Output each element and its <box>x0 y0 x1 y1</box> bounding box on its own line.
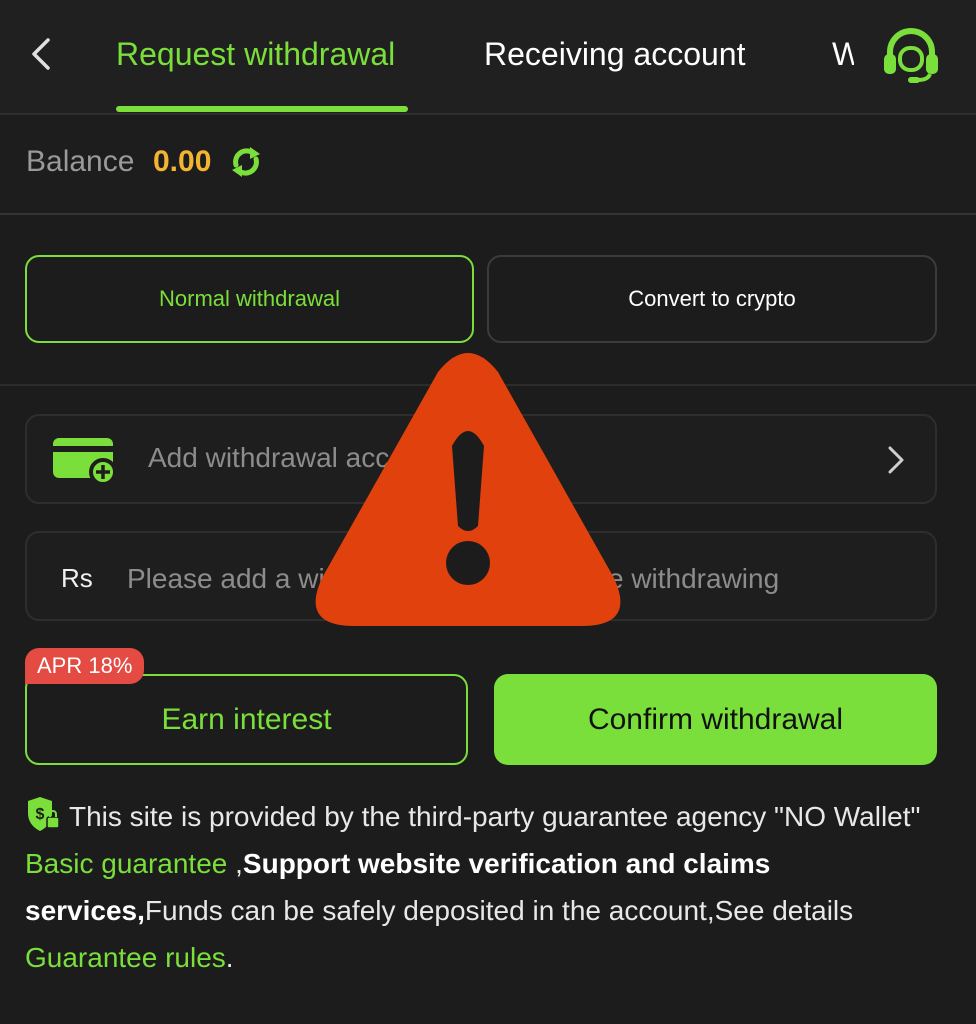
apr-badge: APR 18% <box>25 648 145 684</box>
balance-row: Balance 0.00 <box>0 115 976 215</box>
warning-triangle-icon <box>315 353 621 626</box>
currency-label: Rs <box>61 563 93 593</box>
active-tab-indicator <box>116 106 408 112</box>
guarantee-rules-link[interactable]: Guarantee rules <box>25 942 226 973</box>
basic-guarantee-link[interactable]: Basic guarantee <box>25 848 227 879</box>
shield-dollar-lock-icon: $ <box>28 797 60 831</box>
notice-text-3: Funds can be safely deposited in the acc… <box>144 895 854 926</box>
tab-request-withdrawal[interactable]: Request withdrawal <box>116 34 395 74</box>
confirm-withdrawal-button[interactable]: Confirm withdrawal <box>494 674 937 765</box>
top-nav-bar: Request withdrawal Receiving account W <box>0 0 976 115</box>
guarantee-notice: $ This site is provided by the third-par… <box>25 793 945 981</box>
headset-icon[interactable] <box>880 28 942 84</box>
tab-partial-w[interactable]: W <box>832 34 854 74</box>
tab-receiving-account[interactable]: Receiving account <box>484 34 745 74</box>
convert-to-crypto-button[interactable]: Convert to crypto <box>487 255 937 343</box>
chevron-right-icon <box>888 446 904 474</box>
earn-interest-button[interactable]: Earn interest <box>25 674 468 765</box>
svg-text:$: $ <box>36 806 45 823</box>
notice-text-2: , <box>227 848 243 879</box>
balance-label: Balance <box>26 145 135 178</box>
balance-value: 0.00 <box>153 145 212 178</box>
normal-withdrawal-button[interactable]: Normal withdrawal <box>25 255 474 343</box>
notice-text-1: This site is provided by the third-party… <box>69 801 921 832</box>
refresh-icon[interactable] <box>229 145 263 179</box>
notice-text-4: . <box>225 942 234 973</box>
wallet-add-icon <box>53 438 117 484</box>
back-chevron-icon[interactable] <box>26 34 58 74</box>
